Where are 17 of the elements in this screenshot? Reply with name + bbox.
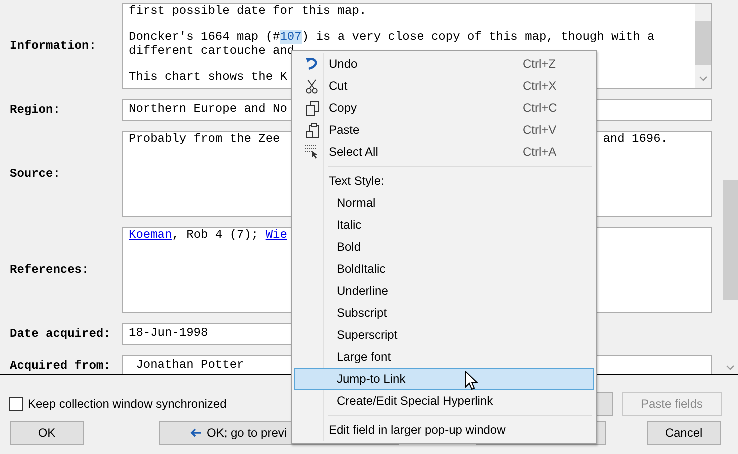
field-text: Northern Europe and No (129, 102, 288, 116)
field-text: Probably from the Zee (129, 132, 280, 146)
field-text: and 1696. (603, 132, 668, 146)
field-label: Acquired from: (9, 359, 112, 373)
selected-text: 107 (280, 30, 302, 44)
field-label: Region: (9, 103, 62, 117)
field-text: , Rob 4 (7); (172, 228, 260, 242)
field-label: Information: (9, 39, 98, 53)
field-text: Doncker's 1664 map (# (129, 30, 280, 44)
field-label: Source: (9, 167, 62, 181)
field-text: 18-Jun-1998 (129, 326, 208, 340)
field-label: References: (9, 263, 90, 277)
field-text: Jonathan Potter (135, 358, 244, 372)
field-text: This chart shows the K (129, 70, 288, 84)
field-text: first possible date for this map. (129, 4, 367, 18)
field-text: ) is a very close copy of this map, though with a (302, 30, 655, 44)
field-label: Date acquired: (9, 327, 112, 341)
